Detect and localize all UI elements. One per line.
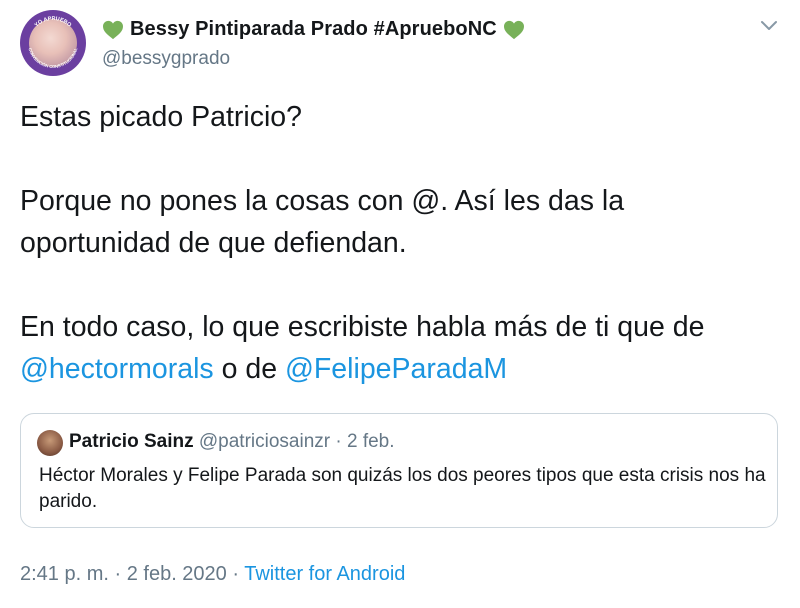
quoted-author-meta: @patriciosainzr · 2 feb. — [193, 431, 395, 452]
quoted-author-name: Patricio Sainz — [69, 431, 194, 452]
chevron-down-icon[interactable] — [760, 20, 778, 32]
mention-link-felipeparadam[interactable]: @FelipeParadaM — [285, 353, 507, 385]
avatar-badge-bottom-text: CONVENCIÓN CONSTITUCIONAL — [28, 47, 79, 69]
quoted-author-avatar — [37, 430, 63, 456]
display-name-text: Bessy Pintiparada Prado #AprueboNC — [130, 18, 497, 40]
mention-connector: o de — [213, 353, 285, 385]
green-heart-icon — [503, 20, 524, 39]
avatar-badge-ring: YO APRUEBO CONVENCIÓN CONSTITUCIONAL — [28, 16, 79, 69]
tweet-line: oportunidad de que defiendan. — [20, 227, 407, 259]
svg-text:CONVENCIÓN CONSTITUCIONAL: CONVENCIÓN CONSTITUCIONAL — [28, 47, 79, 69]
tweet-line: Estas picado Patricio? — [20, 101, 302, 133]
author-handle[interactable]: @bessygprado — [102, 48, 230, 70]
quoted-tweet-text: Héctor Morales y Felipe Parada son quizá… — [39, 465, 766, 512]
tweet-line: @hectormorals o de @FelipeParadaM — [20, 348, 760, 390]
author-avatar[interactable]: YO APRUEBO CONVENCIÓN CONSTITUCIONAL — [20, 10, 86, 76]
tweet-footer: 2:41 p. m. · 2 feb. 2020 · Twitter for A… — [20, 563, 405, 586]
tweet-source-link[interactable]: Twitter for Android — [244, 563, 405, 585]
quoted-tweet-card[interactable]: Patricio Sainz @patriciosainzr · 2 feb. … — [20, 413, 778, 528]
svg-text:YO APRUEBO: YO APRUEBO — [34, 16, 73, 29]
quoted-tweet-header: Patricio Sainz @patriciosainzr · 2 feb. — [69, 431, 395, 453]
tweet-line: Porque no pones la cosas con @. Así les … — [20, 185, 625, 217]
mention-link-hectormorals[interactable]: @hectormorals — [20, 353, 214, 385]
author-display-name[interactable]: Bessy Pintiparada Prado #AprueboNC — [102, 18, 525, 41]
tweet-line: En todo caso, lo que escribiste habla má… — [20, 311, 705, 343]
tweet-timestamp[interactable]: 2:41 p. m. · 2 feb. 2020 · — [20, 563, 244, 585]
tweet-text: Estas picado Patricio? Porque no pones l… — [20, 96, 760, 390]
green-heart-icon — [103, 20, 123, 39]
avatar-badge-top-text: YO APRUEBO — [34, 16, 73, 29]
